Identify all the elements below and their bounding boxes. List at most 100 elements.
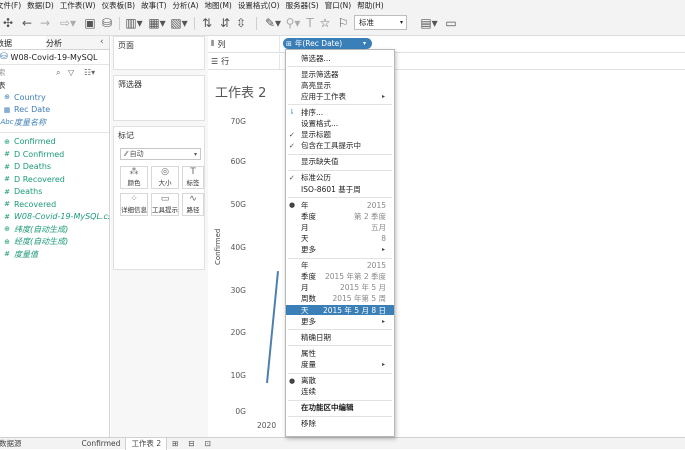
menu-item[interactable]: 天 2015 年 5 月 8 日 [286,305,394,315]
datasource-item[interactable]: ⛁ W08-Covid-19-MySQL [0,50,109,65]
menu-item[interactable]: 数据(D) [27,0,60,11]
tab-sheet-2[interactable]: 工作表 2 [125,437,168,450]
menu-item[interactable]: 窗口(N) [325,0,357,11]
search-icon[interactable]: ⌕ [56,68,60,78]
menu-item[interactable]: 精确日期 [286,332,394,342]
tab-data[interactable]: 数据 [0,36,46,49]
field-search[interactable]: 索 ⌕ ▽ ☷▾ [0,65,109,80]
replay-icon[interactable]: ⇨▾ [58,15,78,31]
collapse-icon[interactable]: ‹ [100,37,104,47]
new-sheet-icon[interactable]: ▥▾ [125,15,143,31]
clear-sheet-icon[interactable]: ▧▾ [170,15,188,31]
menu-item[interactable]: 服务器(S) [286,0,325,11]
tooltip-button[interactable]: ▭ 工具提示 [151,193,179,216]
field-item[interactable]: # D Recovered [0,173,109,186]
menu-item[interactable]: 显示缺失值 [286,157,394,167]
menu-item[interactable]: 季度 第 2 季度 [286,211,394,221]
menu-item[interactable]: 移除 [286,419,394,429]
menu-item[interactable]: ⇂ 排序... [286,107,394,117]
filter-icon[interactable]: ▽ [68,68,74,77]
save-icon[interactable]: ▣ [84,15,96,31]
menu-item[interactable]: ✓ 标准公历 [286,173,394,183]
menu-item[interactable]: 显示筛选器 [286,69,394,79]
new-dashboard-icon[interactable]: ⊟ [183,438,199,450]
tab-confirmed[interactable]: Confirmed [77,438,126,450]
tab-analysis[interactable]: 分析 [46,36,92,49]
field-item[interactable]: # D Confirmed [0,148,109,161]
detail-button[interactable]: ⁘ 详细信息 [120,193,148,216]
undo-icon[interactable]: ← [20,15,34,31]
field-item[interactable]: Abc 度量名称 [0,116,109,129]
menu-item[interactable]: ✓ 显示标题 [286,130,394,140]
menu-item[interactable]: ● 离散 [286,376,394,386]
field-item[interactable]: # D Deaths [0,161,109,174]
field-item[interactable]: ⊕ 纬度(自动生成) [0,223,109,236]
color-button[interactable]: ⁂ 颜色 [120,166,148,189]
tab-datasource[interactable]: 数据源 [0,438,27,450]
menu-item[interactable]: 应用于工作表 ▸ [286,91,394,101]
menu-item[interactable]: 帮助(H) [357,0,390,11]
duplicate-sheet-icon[interactable]: ▦▾ [148,15,166,31]
menu-item[interactable]: 工作表(W) [60,0,102,11]
columns-shelf[interactable]: ⦀ 列 [208,36,685,53]
mark-type-select[interactable]: ⁄⁄ 自动 ▾ [120,148,201,160]
tableau-logo-icon[interactable]: ✣ [2,15,14,31]
fit-select[interactable]: 标准 ▾ [354,15,407,30]
group-icon[interactable]: ⚲▾ [284,15,302,31]
menu-item[interactable]: 度量 ▸ [286,359,394,369]
path-button[interactable]: ∿ 路径 [182,193,204,216]
menu-item[interactable]: 天8 [286,233,394,243]
column-pill-year-rec-date[interactable]: ⊞ 年(Rec Date) ▾ [283,38,372,49]
field-item[interactable]: ▦ Rec Date [0,104,109,117]
field-item[interactable]: # W08-Covid-19-MySQL.csv ... [0,211,109,224]
menu-item[interactable]: 年 2015 [286,261,394,271]
pages-card[interactable]: 页面 [113,36,205,70]
label-button[interactable]: T 标签 [182,166,204,189]
menu-item[interactable]: ● 年 2015 [286,200,394,210]
menu-item[interactable]: 月 2015 年 5 月 [286,283,394,293]
swap-axes-icon[interactable]: ⇅ [200,15,214,31]
pin-icon[interactable]: ⚐ [336,15,350,31]
menu-item[interactable]: 月 五月 [286,222,394,232]
size-button[interactable]: ◎ 大小 [151,166,179,189]
show-cards-icon[interactable]: ▤▾ [420,15,438,31]
sort-desc-icon[interactable]: ⇳ [234,15,248,31]
filters-card[interactable]: 筛选器 [113,75,205,121]
field-item[interactable]: # 度量值 [0,248,109,261]
field-item[interactable]: ⊕ 经度(自动生成) [0,236,109,249]
menu-item[interactable]: 连续 [286,387,394,397]
field-item[interactable]: # Recovered [0,198,109,211]
menu-item[interactable]: ✓ 包含在工具提示中 [286,141,394,151]
fix-axes-icon[interactable]: ☆ [318,15,332,31]
menu-item[interactable]: 文件(F) [0,0,27,11]
view-options-icon[interactable]: ☷▾ [84,68,95,77]
menu-item[interactable]: 地图(M) [205,0,238,11]
menu-item[interactable]: 在功能区中编辑 [286,403,394,413]
menu-item[interactable]: 设置格式(O) [238,0,286,11]
label-icon[interactable]: T [304,15,316,31]
highlight-icon[interactable]: ✎▾ [264,15,282,31]
redo-icon[interactable]: → [38,15,52,31]
field-item[interactable]: # Deaths [0,186,109,199]
menu-item[interactable]: 仪表板(B) [102,0,142,11]
menu-item[interactable]: 高亮显示 [286,80,394,90]
sort-asc-icon[interactable]: ⇵ [218,15,232,31]
new-datasource-icon[interactable]: ⛁ [101,15,113,31]
new-sheet-icon[interactable]: ⊞ [167,438,183,450]
presentation-icon[interactable]: ▭ [444,15,458,31]
menu-item[interactable]: 属性 [286,348,394,358]
field-item[interactable]: ⊕ Country [0,91,109,104]
menu-item[interactable]: 周数 2015 年第 5 周 [286,294,394,304]
menu-item[interactable]: 分析(A) [173,0,205,11]
menu-item[interactable]: 季度 2015 年第 2 季度 [286,272,394,282]
rows-shelf[interactable]: ☰ 行 [208,54,685,70]
field-item[interactable]: ⊕ Confirmed [0,136,109,149]
menu-item[interactable]: 筛选器... [286,53,394,63]
menu-item[interactable]: 设置格式... [286,119,394,129]
menu-item[interactable]: ISO-8601 基于周 [286,184,394,194]
menu-item[interactable]: 更多 ▸ [286,316,394,326]
series-line[interactable] [266,271,279,384]
menu-item[interactable]: 更多 ▸ [286,245,394,255]
new-story-icon[interactable]: ⊡ [200,438,216,450]
menu-item[interactable]: 故事(T) [141,0,172,11]
